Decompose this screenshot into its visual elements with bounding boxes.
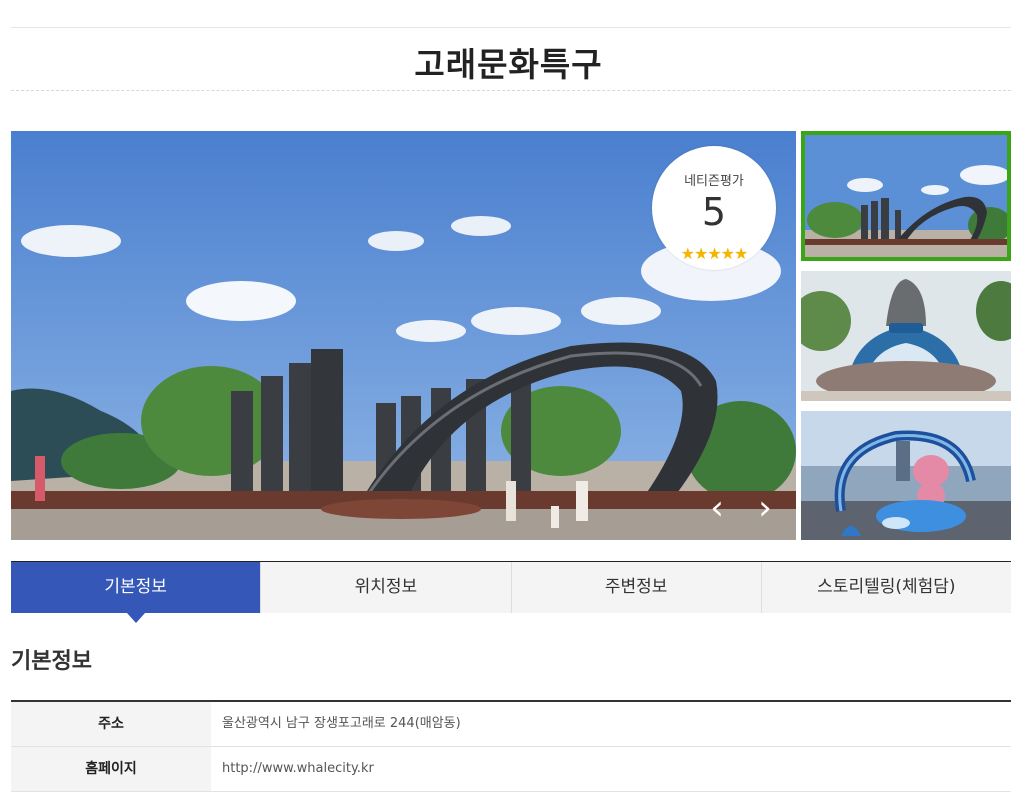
title-divider	[11, 90, 1011, 91]
rating-label: 네티즌평가	[684, 174, 744, 189]
top-divider	[11, 27, 1011, 28]
section-title: 기본정보	[11, 649, 92, 674]
rating-stars-icon: ★★★★★	[680, 244, 749, 263]
table-row: 홈페이지 http://www.whalecity.kr	[11, 747, 1011, 792]
address-label: 주소	[11, 702, 211, 746]
page-title: 고래문화특구	[414, 45, 603, 84]
thumbnail-1[interactable]	[801, 131, 1011, 261]
next-arrow-icon[interactable]: ›	[747, 488, 783, 528]
rating-score: 5	[701, 190, 727, 234]
thumbnail-1-image	[805, 135, 1007, 257]
homepage-link[interactable]: http://www.whalecity.kr	[211, 747, 1011, 791]
rating-badge: 네티즌평가 5 ★★★★★	[652, 146, 776, 270]
thumbnail-3[interactable]	[801, 411, 1011, 540]
tab-nearby-info[interactable]: 주변정보	[510, 562, 761, 613]
detail-tabs: 기본정보 위치정보 주변정보 스토리텔링(체험담)	[11, 561, 1011, 623]
prev-arrow-icon[interactable]: ‹	[699, 488, 735, 528]
tab-basic-info[interactable]: 기본정보	[11, 562, 261, 623]
thumbnail-2[interactable]	[801, 271, 1011, 401]
tab-storytelling[interactable]: 스토리텔링(체험담)	[760, 562, 1011, 613]
active-tab-pointer	[127, 613, 145, 623]
main-photo[interactable]: 네티즌평가 5 ★★★★★ ‹ ›	[11, 131, 796, 540]
tab-label: 위치정보	[354, 577, 418, 597]
address-value: 울산광역시 남구 장생포고래로 244(매암동)	[222, 716, 461, 731]
tab-location-info[interactable]: 위치정보	[260, 562, 510, 613]
info-table: 주소 울산광역시 남구 장생포고래로 244(매암동) 홈페이지 http://…	[11, 700, 1011, 792]
thumbnail-3-image	[801, 411, 1011, 540]
tab-label: 기본정보	[104, 577, 167, 597]
tab-label: 스토리텔링(체험담)	[817, 577, 956, 597]
thumbnail-2-image	[801, 271, 1011, 401]
table-row: 주소 울산광역시 남구 장생포고래로 244(매암동)	[11, 702, 1011, 747]
tab-label: 주변정보	[604, 577, 668, 597]
homepage-label: 홈페이지	[11, 747, 211, 791]
